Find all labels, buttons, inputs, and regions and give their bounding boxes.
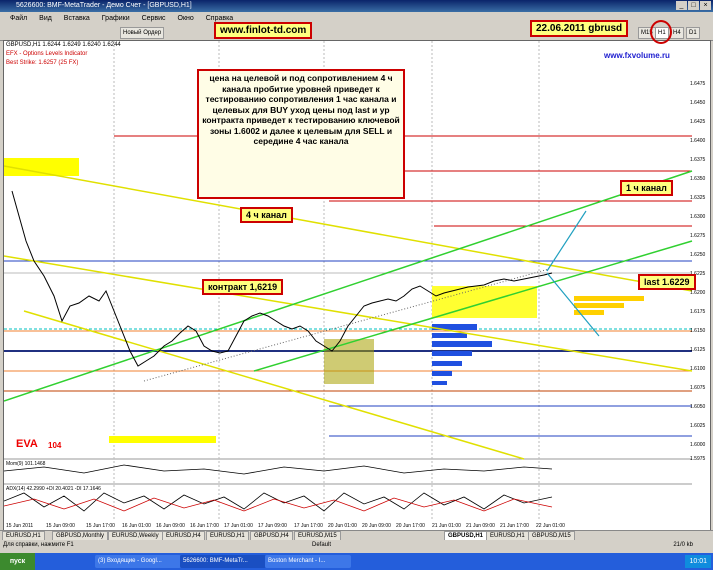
new-order-button[interactable]: Новый Ордер	[120, 27, 165, 39]
momentum-label: Mom(9) 101.1468	[6, 461, 46, 467]
menu-file[interactable]: Файл	[10, 15, 27, 22]
task-metatrader[interactable]: 5626600: BMF-MetaTr...	[180, 555, 266, 568]
menu-view[interactable]: Вид	[39, 15, 52, 22]
taskbar-clock: 10:01	[685, 555, 711, 568]
price-tick: 1.6125	[690, 347, 706, 353]
price-tick: 1.6175	[690, 309, 706, 315]
site-label: www.finlot-td.com	[214, 22, 313, 39]
start-button[interactable]: пуск	[0, 553, 35, 570]
eva-label: EVA	[16, 438, 38, 450]
time-tick: 17 Jun 01:00	[224, 523, 253, 529]
last-price-label: last 1.6229	[638, 274, 696, 290]
menu-tools[interactable]: Сервис	[142, 15, 166, 22]
status-bar: Для справки, нажмите F1 Default 21/0 kb	[0, 540, 713, 550]
volume-profile-right	[574, 296, 644, 315]
price-tick: 1.6075	[690, 385, 706, 391]
status-profile: Default	[312, 542, 332, 548]
taskbar: пуск (3) Входящие - Googl... 5626600: BM…	[0, 553, 713, 570]
channel-4h-label: 4 ч канал	[240, 207, 293, 223]
analysis-note: цена на целевой и под сопротивлением 4 ч…	[197, 69, 405, 199]
time-tick: 20 Jun 01:00	[328, 523, 357, 529]
status-traffic: 21/0 kb	[673, 542, 693, 548]
maximize-button[interactable]: □	[688, 1, 699, 10]
time-tick: 16 Jun 01:00	[122, 523, 151, 529]
price-tick: 1.6325	[690, 195, 706, 201]
time-tick: 16 Jun 09:00	[156, 523, 185, 529]
timeframe-highlight	[650, 20, 672, 44]
price-tick: 1.6250	[690, 252, 706, 258]
tf-d1[interactable]: D1	[686, 27, 700, 39]
price-tick: 1.6050	[690, 404, 706, 410]
price-tick: 1.6300	[690, 214, 706, 220]
title-bar: 5626600: BMF-MetaTrader - Демо Счет - [G…	[0, 0, 713, 12]
eva-value: 104	[48, 441, 62, 450]
price-tick: 1.6425	[690, 119, 706, 125]
time-tick: 17 Jun 09:00	[258, 523, 287, 529]
price-tick: 1.6375	[690, 157, 706, 163]
task-boston[interactable]: Boston Merchant - I...	[265, 555, 351, 568]
price-tick: 1.6475	[690, 81, 706, 87]
minimize-button[interactable]: _	[676, 1, 687, 10]
price-tick: 1.6450	[690, 100, 706, 106]
window-title: 5626600: BMF-MetaTrader - Демо Счет - [G…	[16, 2, 192, 9]
price-tick: 1.6000	[690, 442, 706, 448]
volume-zone-olive	[324, 339, 374, 384]
time-axis: 15 Jun 2011 15 Jun 09:00 15 Jun 17:00 16…	[6, 523, 565, 529]
menu-charts[interactable]: Графики	[102, 15, 130, 22]
price-tick: 1.6275	[690, 233, 706, 239]
time-tick: 21 Jun 17:00	[500, 523, 529, 529]
price-axis: 1.6475 1.6450 1.6425 1.6400 1.6375 1.635…	[690, 81, 710, 462]
menu-help[interactable]: Справка	[206, 15, 233, 22]
price-tick: 1.6150	[690, 328, 706, 334]
price-tick: 1.6200	[690, 290, 706, 296]
yellow-zone-bottom	[109, 436, 216, 443]
price-tick: 1.6100	[690, 366, 706, 372]
channel-1h-label: 1 ч канал	[620, 180, 673, 196]
time-tick: 22 Jun 01:00	[536, 523, 565, 529]
contract-label: контракт 1,6219	[202, 279, 284, 295]
price-tick: 1.6025	[690, 423, 706, 429]
price-tick: 1.6400	[690, 138, 706, 144]
time-tick: 15 Jun 17:00	[86, 523, 115, 529]
time-tick: 20 Jun 09:00	[362, 523, 391, 529]
time-tick: 15 Jun 09:00	[46, 523, 75, 529]
menu-insert[interactable]: Вставка	[64, 15, 90, 22]
close-button[interactable]: ×	[700, 1, 711, 10]
time-tick: 20 Jun 17:00	[396, 523, 425, 529]
price-tick: 1.5975	[690, 456, 706, 462]
date-author-label: 22.06.2011 gbrusd	[530, 20, 629, 37]
time-tick: 15 Jun 2011	[6, 523, 33, 529]
watermark-label: www.fxvolume.ru	[604, 51, 670, 60]
tf-h4[interactable]: H4	[670, 27, 684, 39]
price-tick: 1.6350	[690, 176, 706, 182]
adx-label: ADX(14) 42.2990 +DI 20.4021 -DI 17.1646	[6, 486, 101, 492]
time-tick: 17 Jun 17:00	[294, 523, 323, 529]
time-tick: 21 Jun 09:00	[466, 523, 495, 529]
status-help: Для справки, нажмите F1	[3, 542, 74, 548]
time-tick: 16 Jun 17:00	[190, 523, 219, 529]
time-tick: 21 Jun 01:00	[432, 523, 461, 529]
menu-window[interactable]: Окно	[178, 15, 194, 22]
task-browser[interactable]: (3) Входящие - Googl...	[95, 555, 181, 568]
window-controls: _ □ ×	[676, 1, 711, 10]
